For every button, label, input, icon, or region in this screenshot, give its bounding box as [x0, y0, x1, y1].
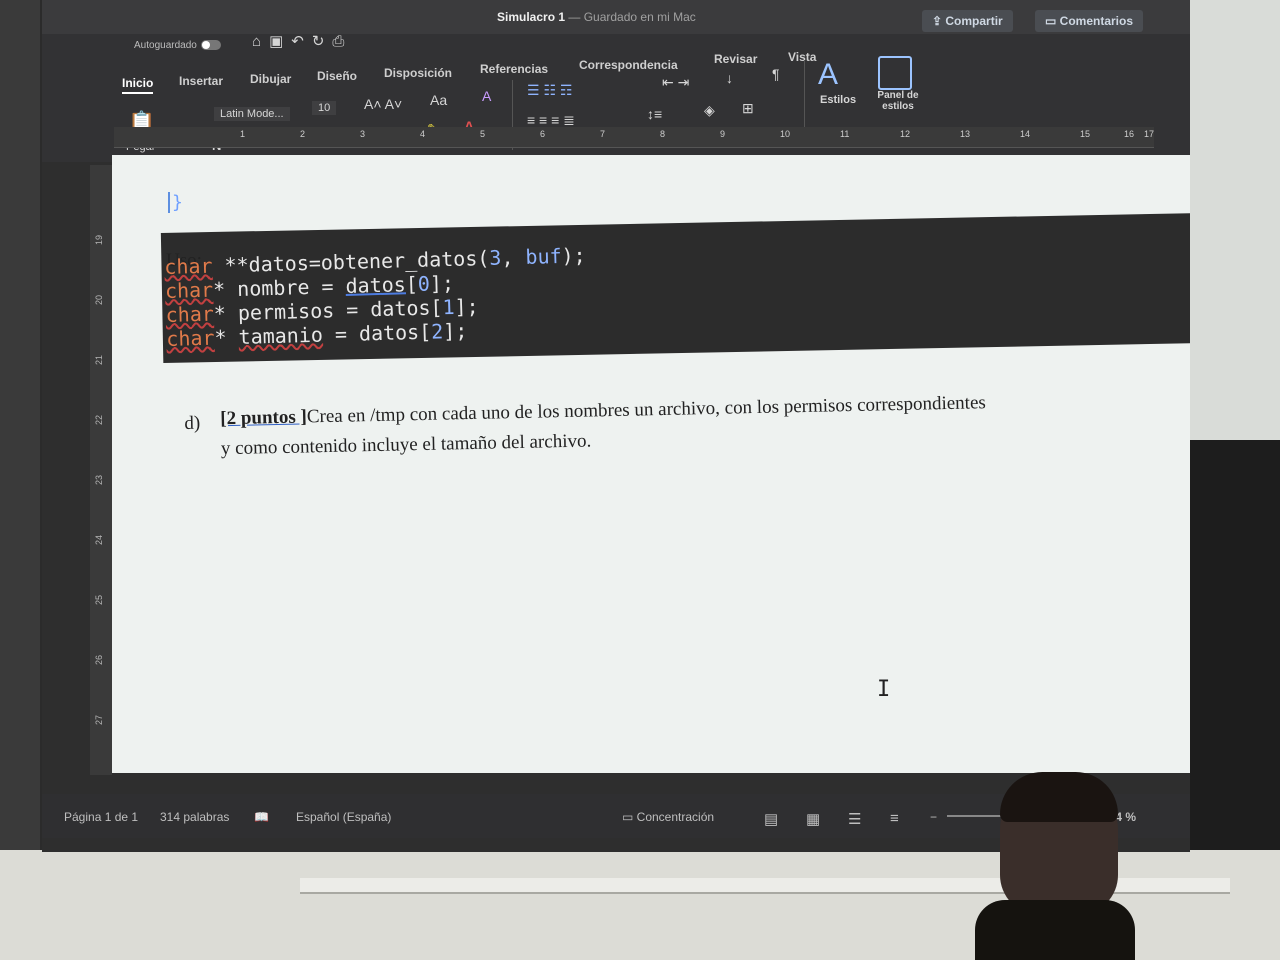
ruler-number: 14 — [1020, 129, 1031, 139]
item-label: d) — [184, 412, 201, 434]
font-size-select[interactable]: 10 — [312, 101, 337, 115]
styles-pane-label: Panel de estilos — [877, 90, 919, 112]
outline-icon[interactable]: ☰ — [848, 810, 861, 828]
ribbon-separator — [804, 60, 805, 130]
page-count[interactable]: Página 1 de 1 — [64, 810, 138, 824]
ruler-number: 9 — [720, 129, 726, 139]
toggle-icon — [200, 40, 221, 51]
tab-correspondencia[interactable]: Correspondencia — [579, 58, 678, 72]
indent-icon[interactable]: ⇤ ⇥ — [662, 74, 689, 91]
shading-icon[interactable]: ◈ — [704, 102, 715, 119]
home-icon[interactable]: ⌂ — [252, 33, 269, 50]
autosave-toggle[interactable]: Autoguardado — [134, 40, 221, 51]
comments-button[interactable]: ▭ Comentarios — [1035, 10, 1144, 32]
vruler-number: 19 — [94, 234, 105, 246]
doc-name: Simulacro 1 — [497, 10, 566, 24]
ruler-number: 7 — [600, 129, 606, 139]
proofing-icon[interactable]: 📖 — [254, 810, 269, 824]
document-page[interactable]: } Uso: char **datos=obtener_datos(3, buf… — [112, 155, 1190, 773]
person-body — [975, 900, 1135, 960]
comment-icon: ▭ — [1045, 14, 1060, 28]
save-status: — Guardado en mi Mac — [568, 10, 696, 24]
ruler-number: 5 — [480, 129, 486, 139]
focus-mode-button[interactable]: ▭ Concentración — [622, 810, 714, 824]
vruler-number: 20 — [94, 294, 105, 306]
clear-format-icon[interactable]: A — [482, 88, 491, 104]
tab-diseno[interactable]: Diseño — [317, 69, 357, 83]
tab-inicio[interactable]: Inicio — [122, 76, 154, 94]
text-cursor-icon: I — [877, 677, 891, 702]
zoom-out-icon[interactable]: − — [930, 810, 937, 824]
window-title: Simulacro 1 — Guardado en mi Mac — [497, 10, 696, 24]
tab-vista[interactable]: Vista — [788, 50, 816, 64]
line-spacing-icon[interactable]: ↕≡ — [647, 106, 662, 122]
ruler-number: 11 — [840, 129, 850, 139]
draft-icon[interactable]: ≡ — [890, 810, 899, 827]
person-hair — [1000, 772, 1118, 822]
print-icon[interactable]: ⎙ — [332, 33, 352, 50]
ruler-number: 4 — [420, 129, 426, 139]
ruler-number: 10 — [780, 129, 791, 139]
quick-access-toolbar: ⌂▣↶↻⎙ — [252, 32, 352, 50]
styles-pane-icon[interactable] — [878, 56, 912, 90]
styles-icon[interactable]: A — [818, 58, 838, 92]
vertical-ruler[interactable]: 19 20 21 22 23 24 25 26 27 — [90, 165, 112, 775]
print-layout-icon[interactable]: ▤ — [764, 810, 778, 828]
room-wall-left — [0, 0, 40, 960]
vruler-number: 25 — [94, 594, 105, 606]
tab-disposicion[interactable]: Disposición — [384, 66, 452, 80]
tab-revisar[interactable]: Revisar — [714, 52, 757, 66]
ruler-number: 12 — [900, 129, 911, 139]
redo-icon[interactable]: ↻ — [312, 33, 333, 50]
web-layout-icon[interactable]: ▦ — [806, 810, 820, 828]
sort-icon[interactable]: ↓ — [726, 70, 733, 86]
vruler-number: 23 — [94, 474, 105, 486]
ruler-number: 8 — [660, 129, 666, 139]
code-brace: } — [168, 192, 183, 213]
pilcrow-icon[interactable]: ¶ — [772, 66, 780, 82]
zoom-slider[interactable] — [947, 815, 1007, 817]
vruler-number: 27 — [94, 714, 105, 726]
ruler-number: 1 — [240, 129, 246, 139]
ruler-number: 17 — [1144, 129, 1155, 139]
item-points: [2 puntos ] — [220, 406, 308, 430]
title-bar: Simulacro 1 — Guardado en mi Mac ⇪ Compa… — [42, 0, 1190, 34]
vruler-number: 24 — [94, 534, 105, 546]
change-case-icon[interactable]: Aa — [430, 92, 447, 108]
vruler-number: 26 — [94, 654, 105, 666]
ruler-number: 15 — [1080, 129, 1091, 139]
styles-label: Estilos — [820, 94, 857, 106]
ruler-number: 6 — [540, 129, 546, 139]
vruler-number: 22 — [94, 414, 105, 426]
exercise-item-d: d) [2 puntos ]Crea en /tmp con cada uno … — [184, 384, 1190, 465]
item-text-line-1: Crea en /tmp con cada uno de los nombres… — [306, 392, 987, 428]
ruler-number: 3 — [360, 129, 366, 139]
tab-referencias[interactable]: Referencias — [480, 62, 548, 76]
share-button[interactable]: ⇪ Compartir — [922, 10, 1013, 32]
bullets-icon[interactable]: ☰ ☷ ☶ — [527, 82, 572, 99]
share-icon: ⇪ — [932, 14, 946, 28]
item-text-line-2: y como contenido incluye el tamaño del a… — [220, 430, 592, 460]
tab-insertar[interactable]: Insertar — [179, 74, 223, 88]
vruler-number: 21 — [94, 354, 105, 366]
code-block[interactable]: char **datos=obtener_datos(3, buf); char… — [164, 243, 588, 351]
word-count[interactable]: 314 palabras — [160, 810, 229, 824]
save-icon[interactable]: ▣ — [269, 33, 291, 50]
undo-icon[interactable]: ↶ — [291, 33, 312, 50]
language[interactable]: Español (España) — [296, 810, 391, 824]
font-name-select[interactable]: Latin Mode... — [214, 107, 290, 121]
horizontal-ruler[interactable]: 1 2 3 4 5 6 7 8 9 10 11 12 13 14 15 16 1… — [114, 127, 1154, 148]
borders-icon[interactable]: ⊞ — [742, 100, 754, 117]
projected-screen: Simulacro 1 — Guardado en mi Mac ⇪ Compa… — [42, 0, 1190, 852]
grow-font-icon[interactable]: A˄ A˅ — [364, 96, 402, 112]
ruler-number: 16 — [1124, 129, 1135, 139]
ruler-number: 13 — [960, 129, 971, 139]
ruler-number: 2 — [300, 129, 306, 139]
tab-dibujar[interactable]: Dibujar — [250, 72, 291, 86]
